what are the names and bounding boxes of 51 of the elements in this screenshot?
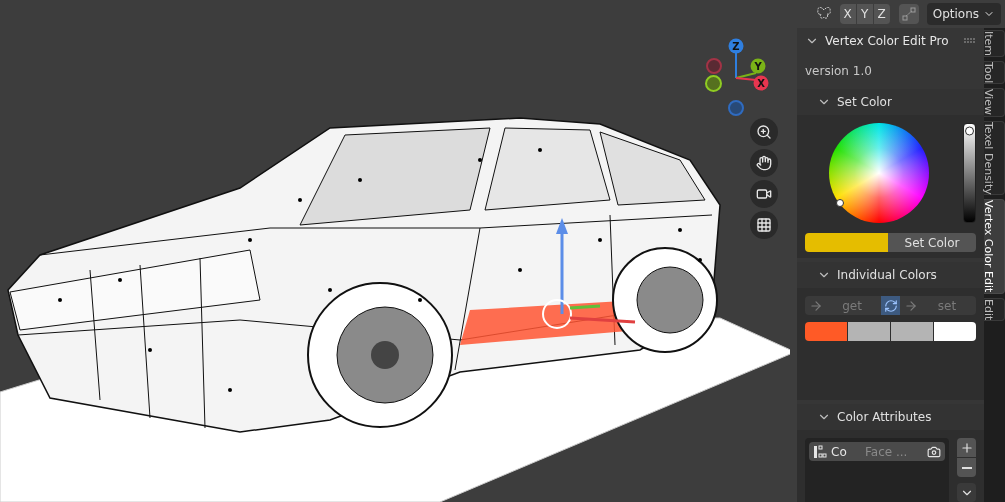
wheel-cursor[interactable] (836, 199, 844, 207)
arrow-right-icon (904, 298, 918, 313)
plus-icon (959, 440, 974, 455)
sidebar-tab[interactable]: View (984, 88, 1005, 117)
subpanel-title: Set Color (837, 94, 892, 111)
attribute-row[interactable]: Co Face ... (809, 442, 945, 461)
subpanel-title: Individual Colors (837, 267, 937, 284)
sidebar-tab[interactable]: Texel Density (984, 120, 1005, 196)
color-swatch[interactable] (848, 322, 890, 341)
options-dropdown[interactable]: Options (926, 3, 1001, 25)
panel-header[interactable]: Vertex Color Edit Pro (797, 28, 984, 53)
camera-icon[interactable] (927, 444, 941, 459)
minus-icon (961, 466, 972, 469)
sync-icon (883, 298, 898, 313)
color-swatch[interactable] (934, 322, 976, 341)
color-swatch[interactable] (805, 322, 847, 341)
add-button[interactable] (957, 438, 976, 457)
arrow-right-icon (809, 298, 823, 313)
hand-icon (756, 155, 772, 171)
version-label: version 1.0 (805, 63, 872, 80)
negative-y-axis-icon[interactable] (705, 75, 722, 92)
menu-button[interactable] (957, 483, 976, 502)
value-slider-track[interactable] (963, 123, 976, 223)
camera-icon (756, 186, 772, 202)
hand-button[interactable] (750, 149, 778, 177)
sync-toggle[interactable] (881, 296, 900, 315)
axis-label[interactable]: Z (728, 38, 744, 54)
transform-lock-button[interactable] (898, 4, 919, 24)
sidebar-tab[interactable]: Vertex Color Edit (984, 199, 1005, 294)
grid-button[interactable] (750, 211, 778, 239)
drag-handle-icon[interactable] (964, 37, 976, 44)
axis-toggle[interactable]: X (839, 4, 857, 24)
sidebar-tab[interactable]: Tool (984, 61, 1005, 85)
camera-button[interactable] (750, 180, 778, 208)
vertex-color-icon (813, 444, 827, 459)
sidebar-tab[interactable]: Edit (984, 297, 1005, 321)
axis-label[interactable]: X (753, 75, 769, 91)
grid-icon (756, 217, 772, 233)
attribute-name: Co (831, 443, 848, 461)
color-swatch[interactable] (805, 233, 888, 252)
color-swatch[interactable] (891, 322, 933, 341)
sidebar-tab[interactable]: Item (984, 30, 1005, 58)
axis-label[interactable]: Y (750, 58, 766, 74)
zoom-button[interactable] (750, 118, 778, 146)
attribute-domain: Face ... (865, 443, 909, 461)
panel-title: Vertex Color Edit Pro (825, 32, 950, 50)
value-slider-thumb[interactable] (965, 126, 974, 136)
set-color-button[interactable]: Set Color (888, 233, 976, 252)
zoom-icon (756, 124, 772, 140)
remove-button[interactable] (957, 458, 976, 477)
subpanel-title: Color Attributes (837, 409, 932, 426)
